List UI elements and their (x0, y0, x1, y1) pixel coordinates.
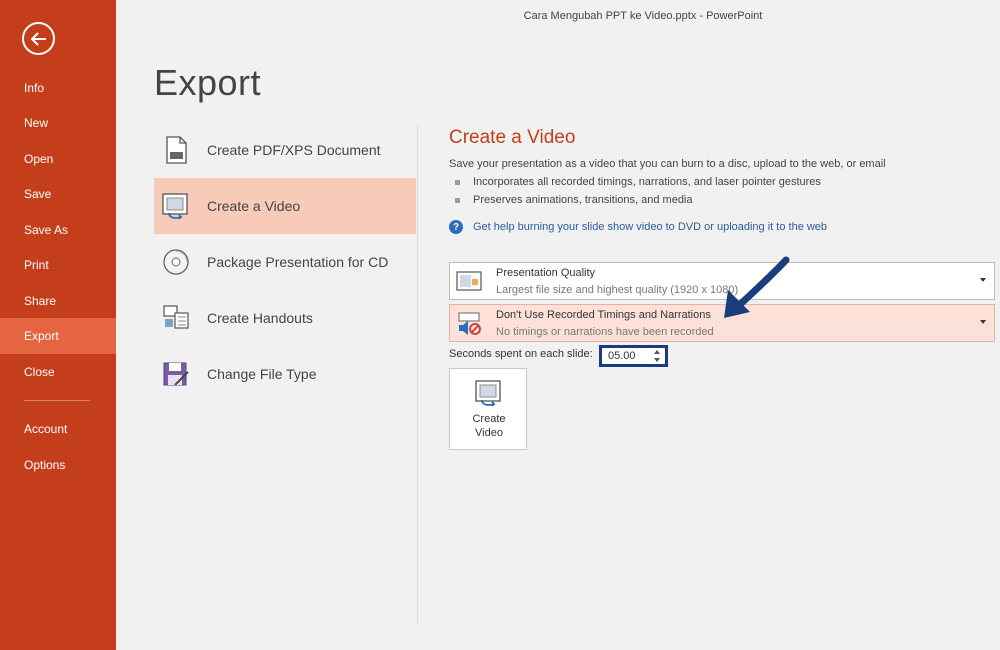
nav-new[interactable]: New (0, 105, 116, 141)
backstage-sidebar: Info New Open Save Save As Print Share E… (0, 0, 116, 650)
panel-description: Save your presentation as a video that y… (449, 158, 886, 170)
timings-subtitle: No timings or narrations have been recor… (496, 326, 714, 338)
quality-title: Presentation Quality (496, 267, 596, 279)
handouts-icon (161, 303, 191, 333)
nav-save-as[interactable]: Save As (0, 212, 116, 248)
option-change-file-type[interactable]: Change File Type (154, 346, 416, 402)
option-label: Create a Video (207, 198, 301, 214)
option-label: Create Handouts (207, 310, 313, 326)
quality-subtitle: Largest file size and highest quality (1… (496, 284, 739, 296)
option-label: Change File Type (207, 366, 317, 382)
window-title: Cara Mengubah PPT ke Video.pptx - PowerP… (523, 10, 763, 22)
option-label: Create PDF/XPS Document (207, 142, 381, 158)
monitor-icon (456, 271, 482, 291)
video-icon (475, 380, 501, 407)
dropdown-arrow-icon (980, 320, 986, 324)
option-package-cd[interactable]: Package Presentation for CD (154, 234, 416, 290)
nav-options[interactable]: Options (0, 447, 116, 483)
bullet-item: Preserves animations, transitions, and m… (449, 194, 997, 206)
create-video-button[interactable]: Create Video (449, 368, 527, 450)
timings-title: Don't Use Recorded Timings and Narration… (496, 309, 711, 321)
nav-close[interactable]: Close (0, 354, 116, 390)
nav-open[interactable]: Open (0, 141, 116, 177)
panel-title: Create a Video (449, 127, 576, 148)
bullet-item: Incorporates all recorded timings, narra… (449, 176, 997, 188)
annotation-arrow-icon (724, 256, 790, 318)
spin-down-icon[interactable] (654, 358, 660, 362)
pdf-document-icon (161, 135, 191, 165)
panel-divider (417, 125, 418, 625)
nav-info[interactable]: Info (0, 70, 116, 106)
dropdown-arrow-icon (980, 278, 986, 282)
narration-icon (458, 312, 481, 335)
option-create-video[interactable]: Create a Video (154, 178, 416, 234)
create-video-panel: Create a Video Save your presentation as… (449, 127, 997, 234)
back-arrow-icon (30, 31, 46, 46)
create-video-label: Create Video (472, 413, 506, 439)
seconds-label: Seconds spent on each slide: (449, 348, 593, 360)
cd-icon (161, 247, 191, 277)
nav-share[interactable]: Share (0, 283, 116, 319)
file-type-icon (161, 359, 191, 389)
option-create-pdf[interactable]: Create PDF/XPS Document (154, 122, 416, 178)
help-link[interactable]: ? Get help burning your slide show video… (449, 220, 997, 234)
seconds-spinner[interactable]: 05.00 (599, 345, 668, 367)
export-options-list: Create PDF/XPS Document Create a Video P… (154, 122, 416, 402)
option-create-handouts[interactable]: Create Handouts (154, 290, 416, 346)
nav-save[interactable]: Save (0, 176, 116, 212)
help-link-text: Get help burning your slide show video t… (473, 221, 828, 233)
nav-export[interactable]: Export (0, 318, 116, 354)
option-label: Package Presentation for CD (207, 254, 389, 270)
page-title: Export (154, 62, 262, 103)
spin-up-icon[interactable] (654, 350, 660, 354)
back-button[interactable] (22, 22, 55, 55)
sidebar-divider (24, 400, 90, 401)
seconds-value[interactable]: 05.00 (608, 350, 636, 362)
nav-print[interactable]: Print (0, 247, 116, 283)
video-icon (161, 191, 191, 221)
nav-account[interactable]: Account (0, 411, 116, 447)
help-icon: ? (449, 220, 463, 234)
